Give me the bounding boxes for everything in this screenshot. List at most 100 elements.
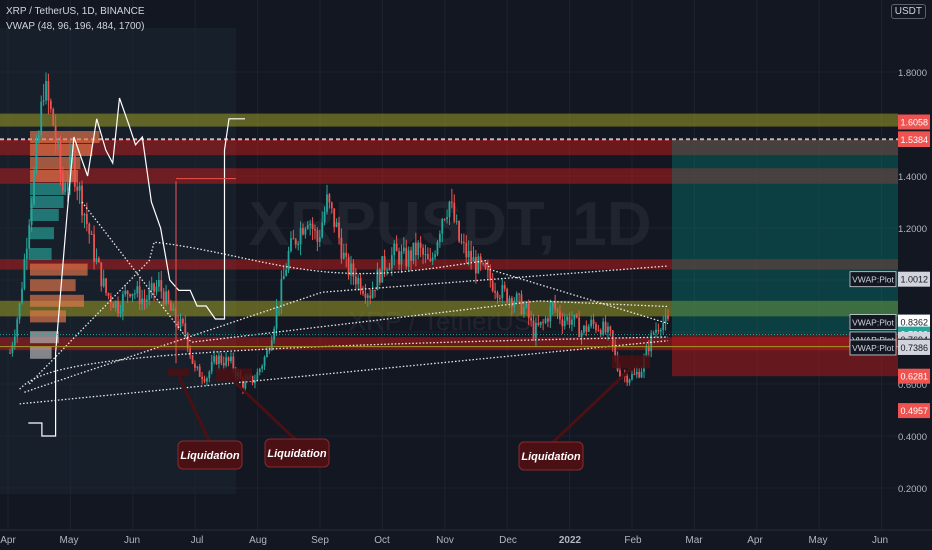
vwap-plot-tag-label: VWAP:Plot	[852, 343, 894, 353]
candle-body	[194, 363, 196, 368]
time-tick-label: May	[60, 535, 79, 546]
candle-body	[453, 202, 456, 222]
candle-body	[266, 350, 268, 357]
candle-body	[503, 285, 506, 289]
candle-body	[318, 237, 321, 242]
candle-body	[378, 269, 381, 283]
candle-body	[256, 372, 259, 381]
vwap-plot-tag-label: VWAP:Plot	[852, 275, 894, 285]
candle-body	[294, 239, 297, 245]
candle-body	[604, 321, 607, 333]
candle-body	[78, 185, 81, 191]
time-tick-label: May	[809, 535, 828, 546]
candle-body	[345, 252, 348, 257]
candle-body	[525, 303, 528, 308]
candle-body	[458, 221, 460, 242]
candle-body	[206, 378, 208, 382]
candle-body	[393, 243, 396, 256]
candle-body	[143, 298, 146, 302]
candle-body	[290, 238, 292, 252]
volume-profile-bar	[30, 279, 76, 292]
candle-body	[59, 142, 62, 173]
candle-body	[414, 242, 417, 256]
candle-body	[474, 257, 477, 274]
candle-body	[73, 155, 76, 187]
currency-button[interactable]: USDT	[890, 4, 926, 19]
candle-body	[40, 101, 43, 136]
candle-body	[16, 319, 19, 337]
time-tick-label: Nov	[436, 535, 454, 546]
candle-body	[568, 316, 571, 325]
price-label: 0.8362	[900, 318, 928, 328]
candle-body	[450, 201, 453, 203]
candle-body	[647, 347, 650, 352]
candle-body	[52, 109, 55, 126]
time-tick-label: Mar	[685, 535, 703, 546]
time-tick-label: Oct	[374, 535, 390, 546]
candle-body	[395, 243, 398, 252]
candle-body	[342, 252, 345, 259]
candle-body	[491, 280, 494, 291]
candle-body	[222, 362, 225, 366]
candle-body	[554, 302, 557, 310]
candle-body	[218, 355, 220, 365]
volume-profile-bar	[30, 209, 59, 221]
candle-body	[592, 319, 595, 325]
candle-body	[561, 319, 564, 327]
candle-body	[330, 202, 333, 209]
candle-body	[578, 317, 581, 337]
candle-body	[121, 294, 124, 312]
target-zone	[672, 139, 898, 335]
time-tick-label: Apr	[0, 535, 16, 546]
candle-body	[419, 242, 422, 248]
candle-body	[261, 365, 264, 369]
candle-body	[155, 286, 158, 292]
candle-body	[21, 288, 23, 304]
volume-profile-bar	[30, 310, 66, 323]
candle-body	[388, 268, 391, 271]
candle-body	[326, 194, 328, 212]
vwap-plot-tag-label: VWAP:Plot	[852, 318, 894, 328]
candle-body	[18, 303, 21, 320]
price-chart[interactable]: XRPUSDT, 1DXRP / TetherUSLiquidation Liqu…	[0, 0, 932, 550]
candle-body	[85, 213, 88, 224]
candle-body	[371, 289, 374, 299]
liquidation-zone	[612, 355, 650, 369]
candle-body	[498, 297, 501, 299]
volume-profile-bar	[30, 196, 64, 208]
candle-body	[213, 356, 216, 362]
candle-body	[486, 268, 489, 271]
candle-body	[638, 371, 641, 378]
candle-body	[664, 315, 667, 323]
candle-body	[162, 291, 165, 305]
candle-body	[590, 319, 593, 327]
liquidation-label: Liquidation	[180, 450, 240, 462]
candle-body	[299, 227, 302, 245]
candle-body	[282, 275, 285, 280]
candle-body	[434, 254, 436, 258]
candle-body	[13, 336, 16, 346]
candle-body	[64, 190, 67, 192]
candle-body	[374, 289, 376, 291]
time-tick-label: Sep	[311, 535, 329, 546]
candle-body	[479, 256, 482, 264]
liquidation-zone	[216, 368, 252, 382]
candle-body	[390, 255, 393, 269]
candle-body	[278, 307, 280, 309]
volume-profile-bar	[30, 346, 52, 359]
candle-body	[535, 322, 537, 339]
candle-body	[97, 258, 100, 263]
candle-body	[460, 241, 463, 243]
candle-body	[462, 242, 465, 244]
candle-body	[587, 326, 590, 332]
time-tick-label: Aug	[249, 535, 267, 546]
candle-body	[93, 234, 95, 262]
candle-body	[90, 233, 93, 235]
time-tick-label: 2022	[559, 535, 582, 546]
candle-body	[571, 319, 573, 325]
candle-body	[575, 314, 578, 318]
candle-body	[102, 278, 105, 287]
candle-body	[136, 286, 139, 294]
candle-body	[114, 301, 117, 308]
price-label: 1.5384	[900, 135, 928, 145]
